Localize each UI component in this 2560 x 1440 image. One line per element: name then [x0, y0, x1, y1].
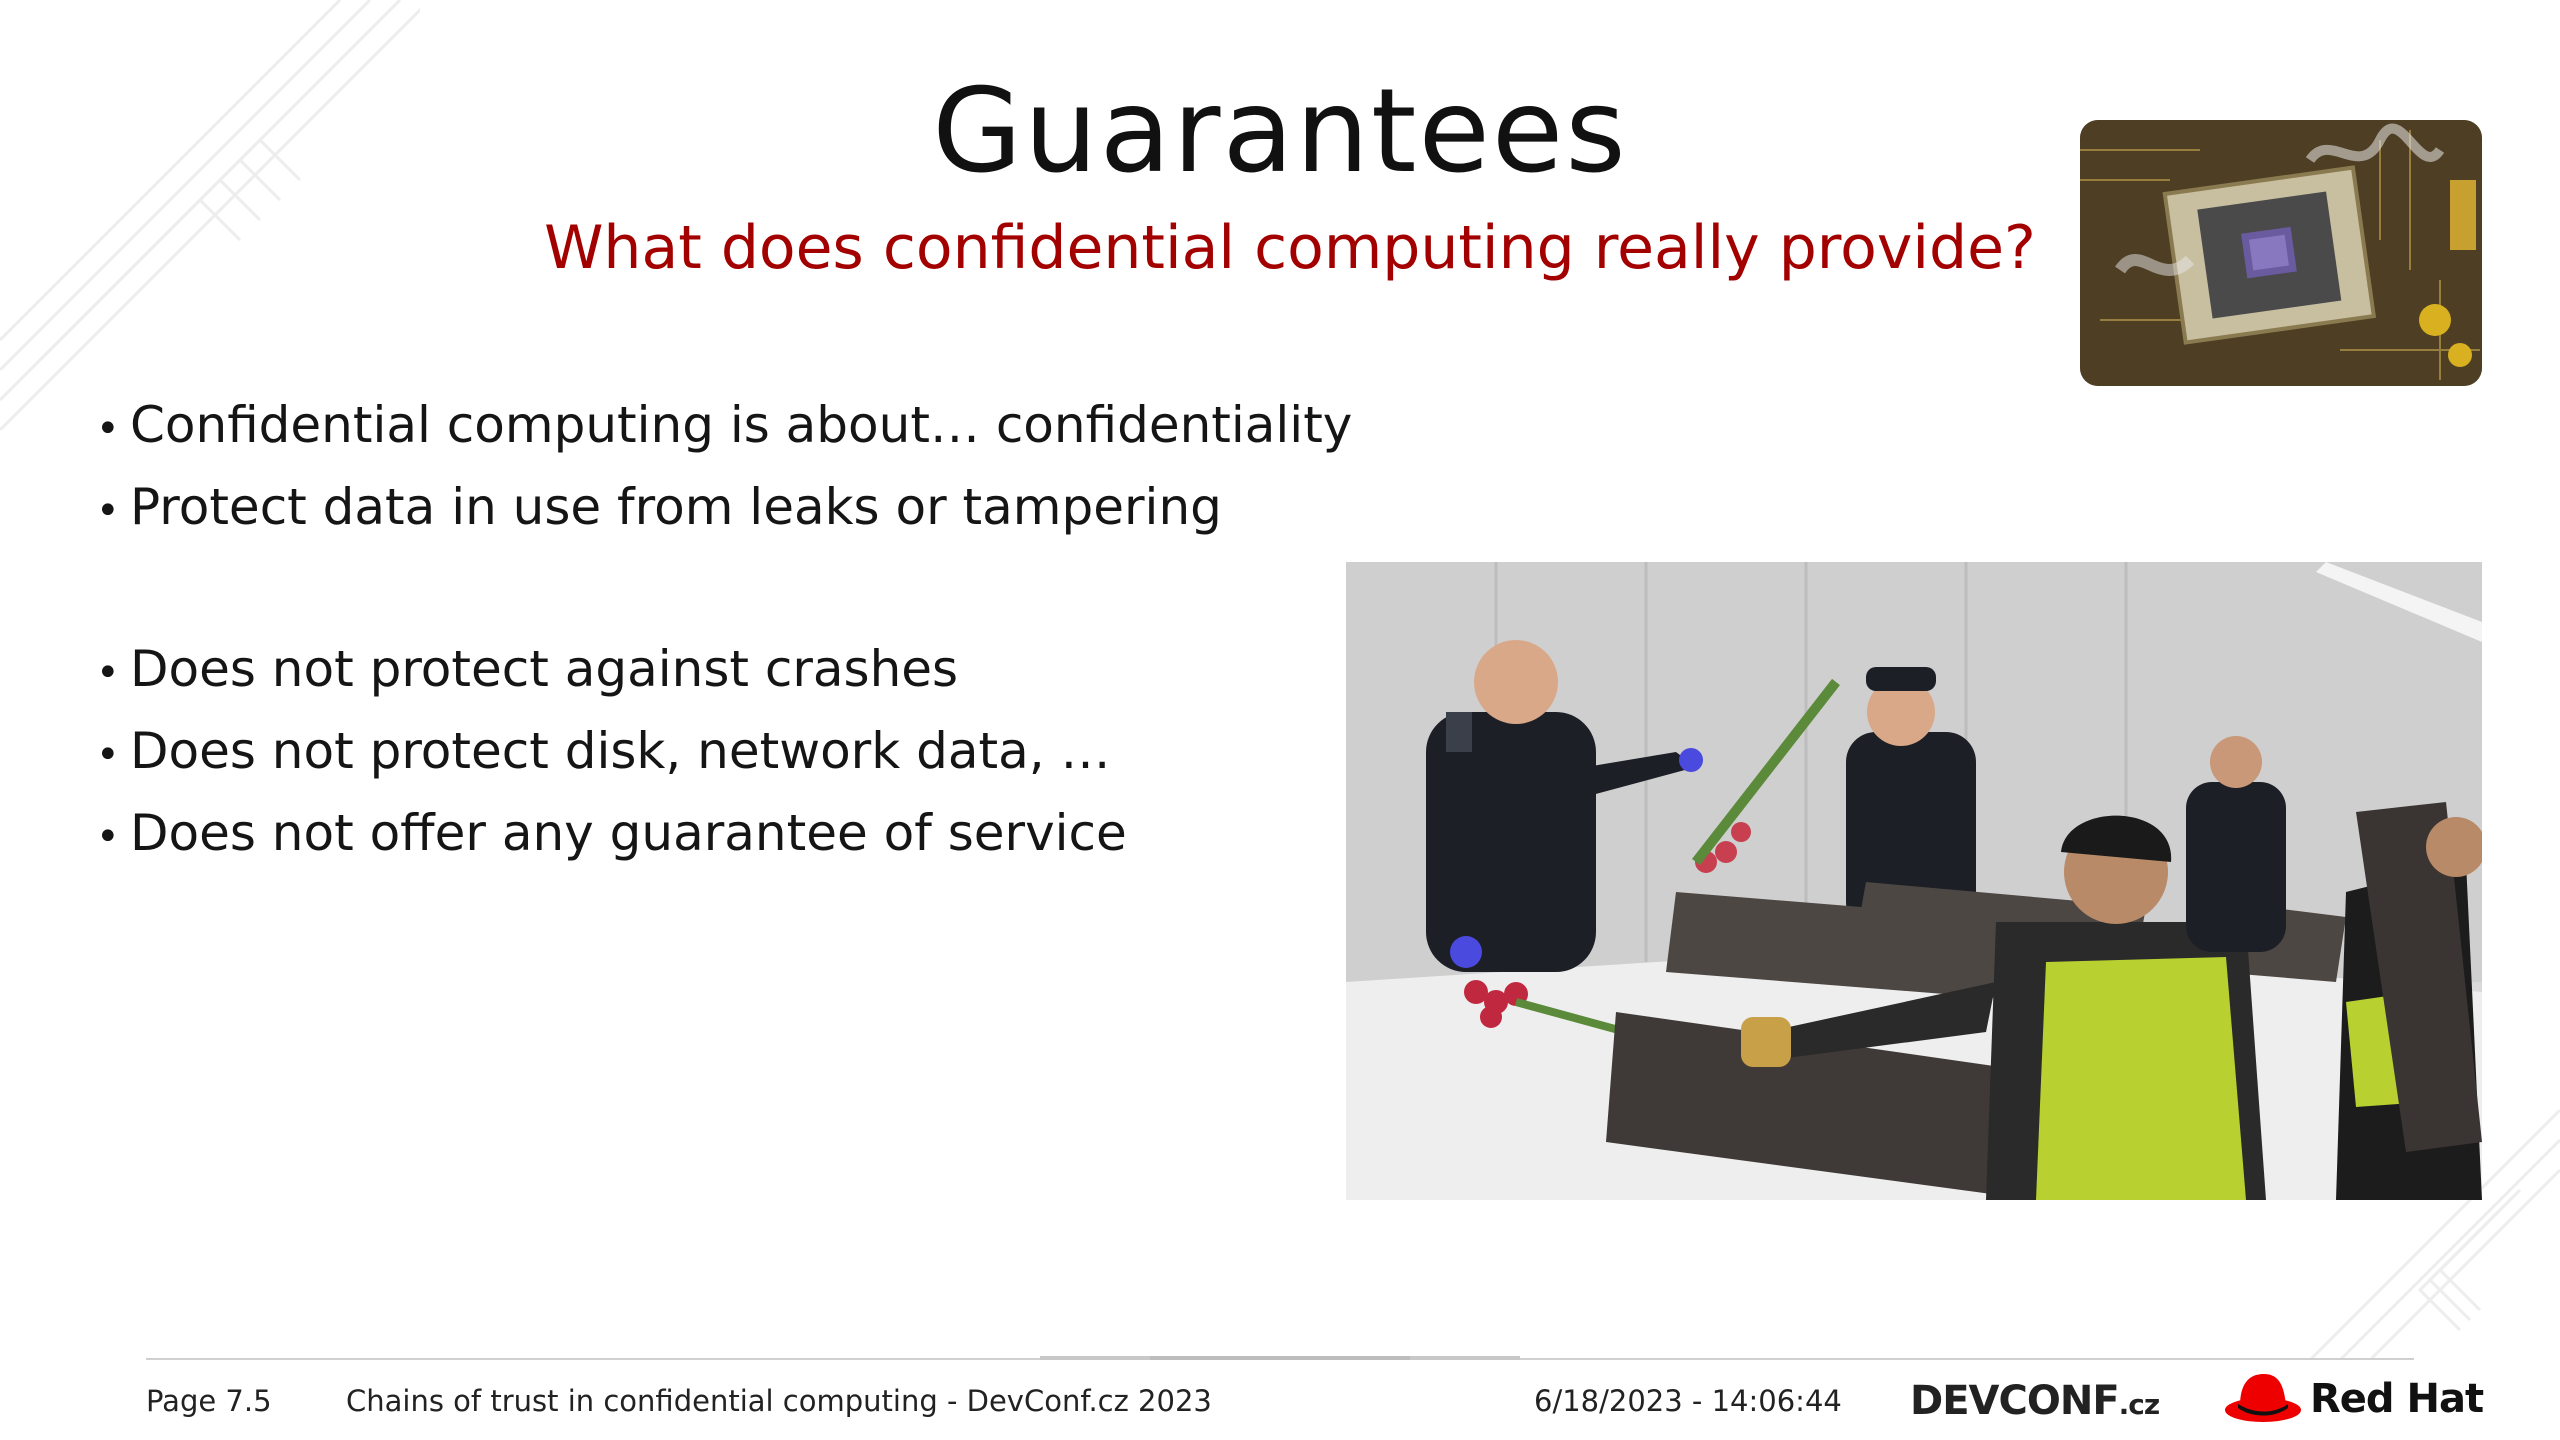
bullet-list: • Confidential computing is about… confid… — [96, 395, 1352, 863]
cpu-photo-illustration — [2080, 120, 2482, 386]
bullet-item: • Confidential computing is about… confid… — [96, 396, 1353, 454]
slide-subtitle-text: What does confidential computing really … — [544, 213, 2036, 283]
bullet-text: Does not offer any guarantee of service — [130, 804, 1127, 862]
customs-inspection-photo — [1346, 562, 2482, 1200]
footer-presentation-title: Chains of trust in confidential computin… — [346, 1384, 1212, 1418]
footer-page-number: Page 7.5 — [146, 1384, 272, 1418]
bullet-item: • Does not protect disk, network data, … — [96, 722, 1111, 780]
footer-divider-accent — [1410, 1356, 1520, 1360]
devconf-logo-text: DEVCONF — [1910, 1378, 2120, 1424]
devconf-logo: DEVCONF.cz — [1910, 1378, 2161, 1424]
bullet-text: Does not protect disk, network data, … — [130, 722, 1111, 780]
bullet-text: Protect data in use from leaks or tamper… — [130, 478, 1222, 536]
bullet-text: Confidential computing is about… confide… — [130, 396, 1353, 454]
footer-divider-accent — [1150, 1356, 1410, 1360]
devconf-logo-suffix: .cz — [2118, 1388, 2161, 1421]
bullet-text: Does not protect against crashes — [130, 640, 959, 698]
redhat-logo: Red Hat — [2224, 1370, 2484, 1428]
bullet-item: • Protect data in use from leaks or tampe… — [96, 478, 1222, 536]
redhat-logo-text: Red Hat — [2310, 1376, 2484, 1422]
bullet-item: • Does not protect against crashes — [96, 640, 959, 698]
bullet-item: • Does not offer any guarantee of service — [96, 804, 1127, 862]
customs-inspection-illustration — [1346, 562, 2482, 1200]
footer-datetime: 6/18/2023 - 14:06:44 — [1534, 1384, 1842, 1418]
redhat-fedora-icon — [2225, 1374, 2301, 1422]
footer-divider-accent — [1040, 1356, 1150, 1360]
cpu-photo — [2080, 120, 2482, 386]
